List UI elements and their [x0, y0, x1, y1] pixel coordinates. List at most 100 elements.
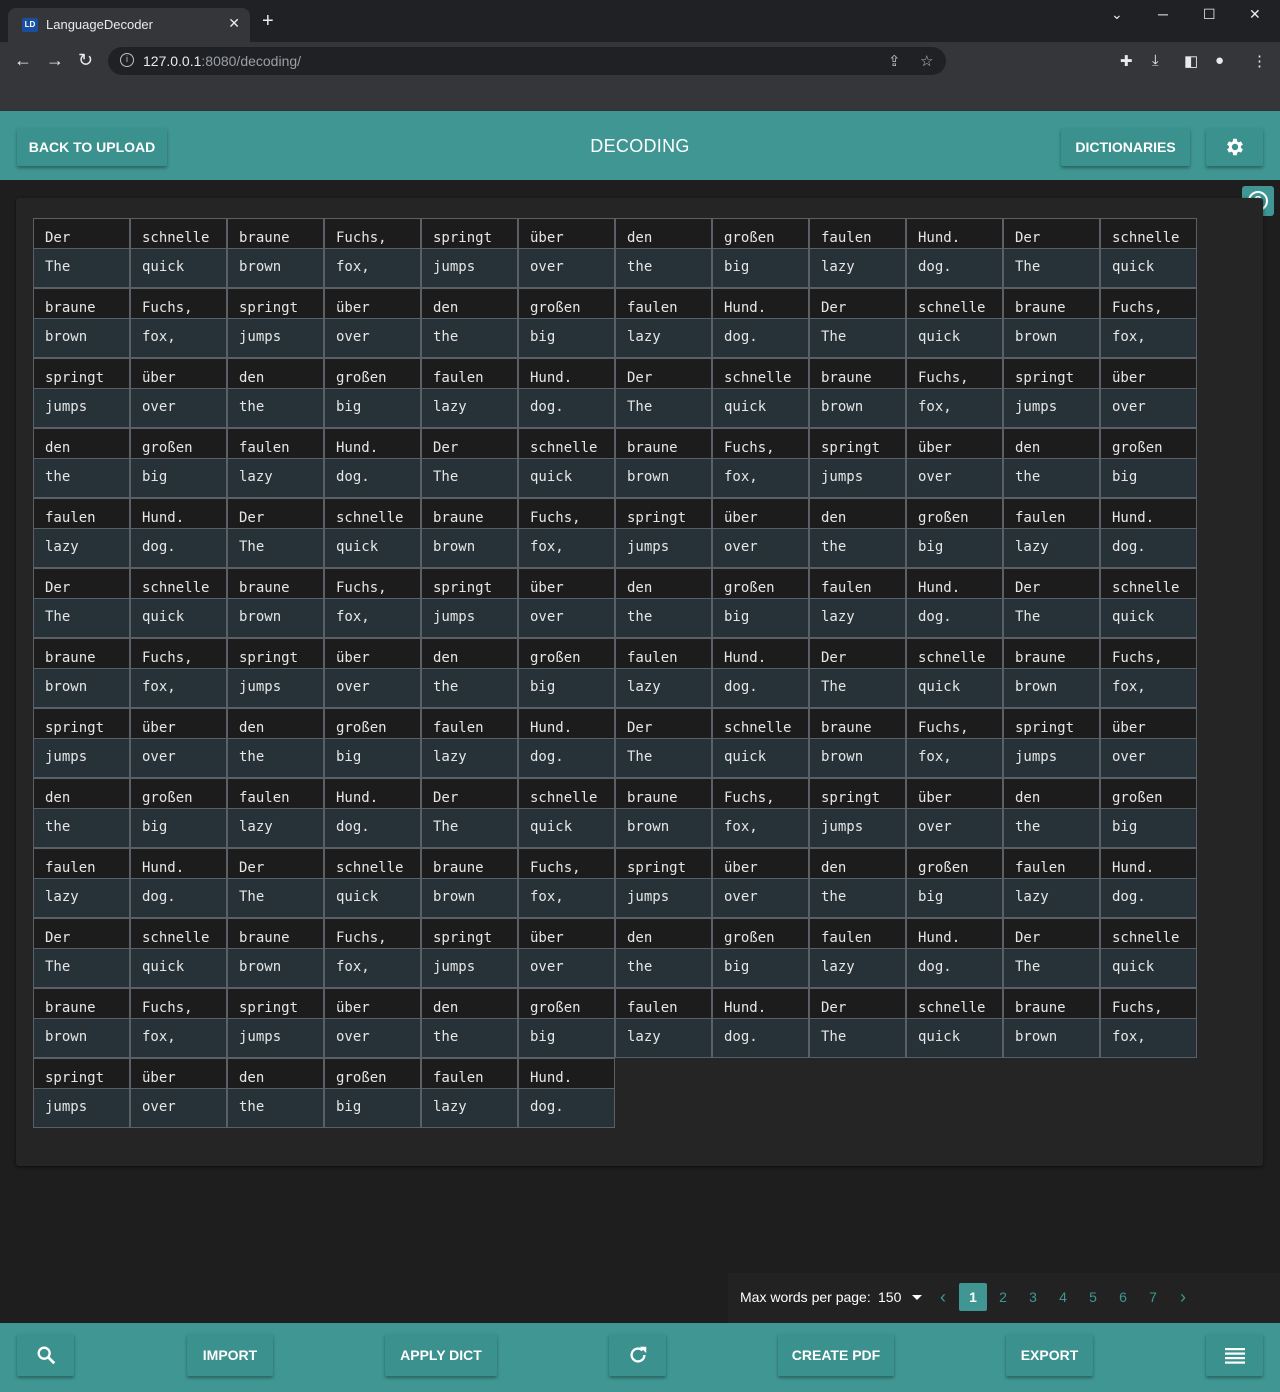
word-pair-cell[interactable]: über over [130, 708, 227, 778]
word-pair-cell[interactable]: über over [1100, 708, 1197, 778]
word-pair-cell[interactable]: braune brown [615, 428, 712, 498]
translated-word[interactable]: big [712, 598, 809, 638]
menu-kebab-icon[interactable]: ⋮ [1252, 52, 1267, 70]
translated-word[interactable]: over [518, 948, 615, 988]
translated-word[interactable]: dog. [1100, 528, 1197, 568]
word-pair-cell[interactable]: schnelle quick [906, 288, 1003, 358]
word-pair-cell[interactable]: den the [421, 638, 518, 708]
word-pair-cell[interactable]: den the [615, 918, 712, 988]
word-pair-cell[interactable]: Fuchs, fox, [324, 218, 421, 288]
source-word[interactable]: den [615, 218, 712, 249]
word-pair-cell[interactable]: Hund. dog. [712, 988, 809, 1058]
word-pair-cell[interactable]: springt jumps [227, 988, 324, 1058]
translated-word[interactable]: The [615, 388, 712, 428]
translated-word[interactable]: the [33, 808, 130, 848]
word-pair-cell[interactable]: schnelle quick [518, 778, 615, 848]
word-pair-cell[interactable]: faulen lazy [809, 218, 906, 288]
source-word[interactable]: springt [33, 708, 130, 739]
translated-word[interactable]: jumps [227, 1018, 324, 1058]
source-word[interactable]: Fuchs, [1100, 288, 1197, 319]
translated-word[interactable]: quick [712, 388, 809, 428]
source-word[interactable]: schnelle [906, 288, 1003, 319]
word-pair-cell[interactable]: über over [518, 568, 615, 638]
source-word[interactable]: faulen [33, 848, 130, 879]
translated-word[interactable]: lazy [809, 948, 906, 988]
word-pair-cell[interactable]: Fuchs, fox, [130, 288, 227, 358]
translated-word[interactable]: over [1100, 738, 1197, 778]
source-word[interactable]: faulen [809, 918, 906, 949]
dropdown-caret-icon[interactable] [912, 1295, 922, 1300]
translated-word[interactable]: dog. [324, 808, 421, 848]
translated-word[interactable]: big [324, 738, 421, 778]
source-word[interactable]: Hund. [130, 498, 227, 529]
source-word[interactable]: den [421, 988, 518, 1019]
word-pair-cell[interactable]: faulen lazy [615, 638, 712, 708]
word-pair-cell[interactable]: großen big [906, 498, 1003, 568]
source-word[interactable]: großen [324, 708, 421, 739]
source-word[interactable]: über [712, 848, 809, 879]
word-pair-cell[interactable]: faulen lazy [227, 778, 324, 848]
translated-word[interactable]: jumps [421, 948, 518, 988]
translated-word[interactable]: brown [615, 808, 712, 848]
word-pair-cell[interactable]: Hund. dog. [906, 918, 1003, 988]
word-pair-cell[interactable]: Der The [1003, 218, 1100, 288]
source-word[interactable]: faulen [615, 988, 712, 1019]
source-word[interactable]: Hund. [518, 708, 615, 739]
window-close-icon[interactable]: ✕ [1249, 6, 1261, 23]
new-tab-icon[interactable]: + [262, 11, 274, 31]
source-word[interactable]: braune [227, 218, 324, 249]
translated-word[interactable]: big [518, 318, 615, 358]
source-word[interactable]: schnelle [324, 848, 421, 879]
translated-word[interactable]: big [518, 668, 615, 708]
source-word[interactable]: springt [421, 918, 518, 949]
translated-word[interactable]: brown [33, 668, 130, 708]
translated-word[interactable]: big [324, 388, 421, 428]
translated-word[interactable]: big [1100, 458, 1197, 498]
source-word[interactable]: Der [227, 498, 324, 529]
word-pair-cell[interactable]: faulen lazy [421, 358, 518, 428]
source-word[interactable]: den [809, 498, 906, 529]
translated-word[interactable]: lazy [615, 1018, 712, 1058]
source-word[interactable]: schnelle [906, 638, 1003, 669]
word-pair-cell[interactable]: den the [809, 498, 906, 568]
word-pair-cell[interactable]: faulen lazy [33, 498, 130, 568]
word-pair-cell[interactable]: großen big [712, 568, 809, 638]
word-pair-cell[interactable]: Der The [421, 428, 518, 498]
source-word[interactable]: den [1003, 428, 1100, 459]
translated-word[interactable]: brown [227, 248, 324, 288]
source-word[interactable]: schnelle [712, 358, 809, 389]
word-pair-cell[interactable]: springt jumps [421, 568, 518, 638]
translated-word[interactable]: over [712, 528, 809, 568]
translated-word[interactable]: lazy [615, 668, 712, 708]
translated-word[interactable]: lazy [809, 598, 906, 638]
source-word[interactable]: Hund. [518, 358, 615, 389]
word-pair-cell[interactable]: braune brown [1003, 988, 1100, 1058]
word-pair-cell[interactable]: Fuchs, fox, [130, 638, 227, 708]
source-word[interactable]: Der [809, 638, 906, 669]
word-pair-cell[interactable]: schnelle quick [712, 708, 809, 778]
word-pair-cell[interactable]: braune brown [1003, 288, 1100, 358]
source-word[interactable]: den [421, 638, 518, 669]
word-pair-cell[interactable]: faulen lazy [809, 568, 906, 638]
source-word[interactable]: Hund. [712, 638, 809, 669]
word-pair-cell[interactable]: den the [615, 568, 712, 638]
word-pair-cell[interactable]: schnelle quick [906, 988, 1003, 1058]
word-pair-cell[interactable]: großen big [518, 988, 615, 1058]
source-word[interactable]: Der [33, 568, 130, 599]
translated-word[interactable]: the [615, 248, 712, 288]
word-pair-cell[interactable]: springt jumps [33, 1058, 130, 1128]
minimize-icon[interactable]: ─ [1158, 6, 1168, 22]
word-pair-cell[interactable]: Hund. dog. [324, 778, 421, 848]
profile-icon[interactable]: ● [1215, 52, 1224, 69]
word-pair-cell[interactable]: den the [1003, 428, 1100, 498]
close-tab-icon[interactable]: ✕ [228, 15, 240, 32]
translated-word[interactable]: the [421, 318, 518, 358]
source-word[interactable]: Hund. [1100, 848, 1197, 879]
source-word[interactable]: über [906, 778, 1003, 809]
word-pair-cell[interactable]: Der The [809, 638, 906, 708]
word-pair-cell[interactable]: großen big [324, 708, 421, 778]
translated-word[interactable]: big [324, 1088, 421, 1128]
translated-word[interactable]: The [227, 528, 324, 568]
translated-word[interactable]: over [1100, 388, 1197, 428]
source-word[interactable]: Der [421, 428, 518, 459]
